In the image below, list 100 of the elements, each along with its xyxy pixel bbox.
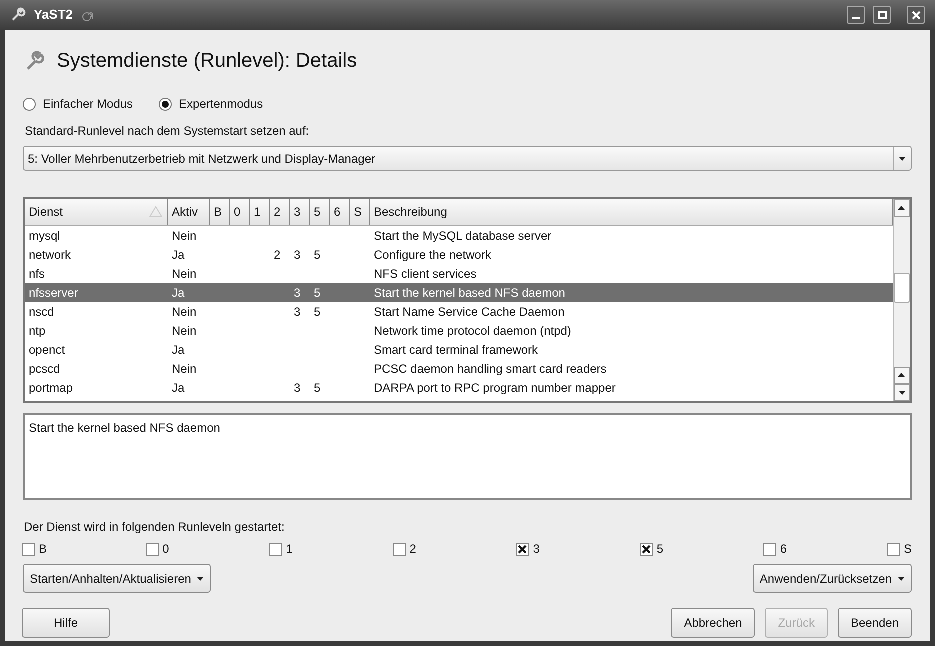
table-cell: 5 <box>314 380 321 394</box>
column-header[interactable]: 0 <box>230 199 250 225</box>
checkbox[interactable] <box>22 542 35 556</box>
radio-label: Expertenmodus <box>179 96 264 113</box>
menu-button[interactable]: Starten/Anhalten/Aktualisieren <box>23 564 212 593</box>
wrench-icon <box>10 7 26 23</box>
radio-button[interactable] <box>23 98 36 110</box>
checkbox[interactable] <box>763 542 776 556</box>
page-heading: Systemdienste (Runlevel): Details <box>57 49 358 74</box>
checkbox-label: 0 <box>162 541 170 558</box>
column-header[interactable]: 5 <box>310 199 330 225</box>
table-cell: 3 <box>294 248 301 262</box>
table-cell: 3 <box>294 304 301 318</box>
table-cell: 5 <box>314 286 321 300</box>
table-cell: openct <box>29 342 66 356</box>
column-header[interactable]: S <box>350 199 370 225</box>
checkbox-label: 2 <box>410 541 416 558</box>
table-cell: Nein <box>172 362 197 376</box>
table-cell: Start Name Service Cache Daemon <box>374 304 565 318</box>
menu-button[interactable]: Anwenden/Zurücksetzen <box>752 564 912 593</box>
table-cell: nfs <box>29 266 46 280</box>
close-icon <box>912 10 920 20</box>
table-row[interactable]: mysql Nein Start the MySQL database server <box>25 226 893 245</box>
description-text: Start the kernel based NFS daemon <box>29 421 220 435</box>
table-cell: Nein <box>172 324 197 338</box>
checkbox-label: 5 <box>656 541 664 558</box>
table-cell: pcscd <box>29 362 60 376</box>
table-cell: Start the kernel based NFS daemon <box>374 286 566 300</box>
window-title: YaST2 <box>34 6 74 24</box>
table-cell: 3 <box>294 380 301 394</box>
table-cell: 5 <box>314 248 321 262</box>
checkbox[interactable] <box>392 542 406 556</box>
table-cell: Configure the network <box>374 248 492 262</box>
table-cell: Smart card terminal framework <box>374 342 538 356</box>
caret-icon <box>898 206 906 210</box>
column-header[interactable]: Dienst <box>25 199 168 225</box>
close-button[interactable] <box>907 6 925 24</box>
column-header[interactable]: 3 <box>290 199 310 225</box>
table-cell: 3 <box>294 286 301 300</box>
table-cell: Ja <box>172 342 185 356</box>
caret-icon <box>899 156 906 160</box>
table-cell: Nein <box>172 304 197 318</box>
dialog-button[interactable]: Beenden <box>838 608 912 638</box>
column-header[interactable]: 1 <box>250 199 270 225</box>
table-row[interactable]: openct Ja Smart card terminal framework <box>25 340 893 359</box>
checkbox[interactable] <box>886 542 900 556</box>
section-label: Der Dienst wird in folgenden Runleveln gestartet: <box>23 519 286 534</box>
table-row[interactable]: pcscd Nein PCSC daemon handling smart card readers <box>25 359 893 378</box>
checkbox-label: 3 <box>533 541 540 558</box>
checkbox[interactable] <box>516 542 530 556</box>
table-row[interactable]: nscd Nein 3 5 Start Name Service Cache Daemon <box>25 302 893 321</box>
checkbox[interactable] <box>269 542 282 556</box>
table-cell: Ja <box>172 380 185 394</box>
table-cell: Start the MySQL database server <box>374 228 552 242</box>
caret-icon <box>197 576 204 580</box>
table-row[interactable]: ntp Nein Network time protocol daemon (ntpd) <box>25 321 893 340</box>
field-label: Standard-Runlevel nach dem Systemstart setzen auf: <box>24 123 310 138</box>
table-cell: Nein <box>172 266 197 280</box>
radio-button[interactable] <box>159 98 172 110</box>
column-header[interactable]: 6 <box>330 199 350 225</box>
column-header[interactable]: Aktiv <box>168 199 210 225</box>
caret-icon <box>898 576 905 580</box>
table-cell: ntp <box>29 324 46 338</box>
maximize-button[interactable] <box>873 6 891 24</box>
table-cell: DARPA port to RPC program number mapper <box>374 380 616 394</box>
table-cell: portmap <box>29 380 74 394</box>
table-cell: PCSC daemon handling smart card readers <box>374 362 607 376</box>
table-row[interactable]: nfsserver Ja 3 5 Start the kernel based NFS daemon <box>25 283 893 302</box>
radio-label: Einfacher Modus <box>43 96 134 113</box>
table-cell: nscd <box>29 304 54 318</box>
table-cell: Network time protocol daemon (ntpd) <box>374 324 572 338</box>
table-cell: nfsserver <box>29 286 78 300</box>
runlevel-dropdown[interactable]: 5: Voller Mehrbenutzerbetrieb mit Netzwerk und Display-Manager <box>23 146 912 171</box>
table-cell: Ja <box>172 286 185 300</box>
table-row[interactable]: nfs Nein NFS client services <box>25 264 893 283</box>
table-cell: 2 <box>274 248 281 262</box>
checkbox-label: S <box>904 541 912 558</box>
table-row[interactable]: network Ja 2 3 5 Configure the network <box>25 245 893 264</box>
caret-icon <box>898 374 906 378</box>
table-cell: mysql <box>29 228 60 242</box>
table-cell: Nein <box>172 228 197 242</box>
table-cell: network <box>29 248 72 262</box>
checkbox[interactable] <box>146 542 159 556</box>
table-row[interactable]: portmap Ja 3 5 DARPA port to RPC program number mapper <box>25 378 893 397</box>
checkbox-label: B <box>39 541 48 558</box>
scrollbar[interactable] <box>893 199 910 401</box>
dialog-button[interactable]: Abbrechen <box>671 608 756 638</box>
column-header[interactable]: 2 <box>270 199 290 225</box>
table-cell: Ja <box>172 248 185 262</box>
caret-icon <box>898 390 906 394</box>
minimize-button[interactable] <box>847 6 865 24</box>
table-cell: NFS client services <box>374 266 477 280</box>
column-header[interactable]: Beschreibung <box>370 199 893 225</box>
checkbox-label: 1 <box>286 541 293 558</box>
checkbox[interactable] <box>640 542 653 556</box>
column-header[interactable]: B <box>210 199 230 225</box>
table-cell: 5 <box>314 304 321 318</box>
scrollbar-thumb[interactable] <box>894 273 910 303</box>
dialog-button[interactable]: Hilfe <box>22 608 110 638</box>
checkbox-label: 6 <box>780 541 788 558</box>
